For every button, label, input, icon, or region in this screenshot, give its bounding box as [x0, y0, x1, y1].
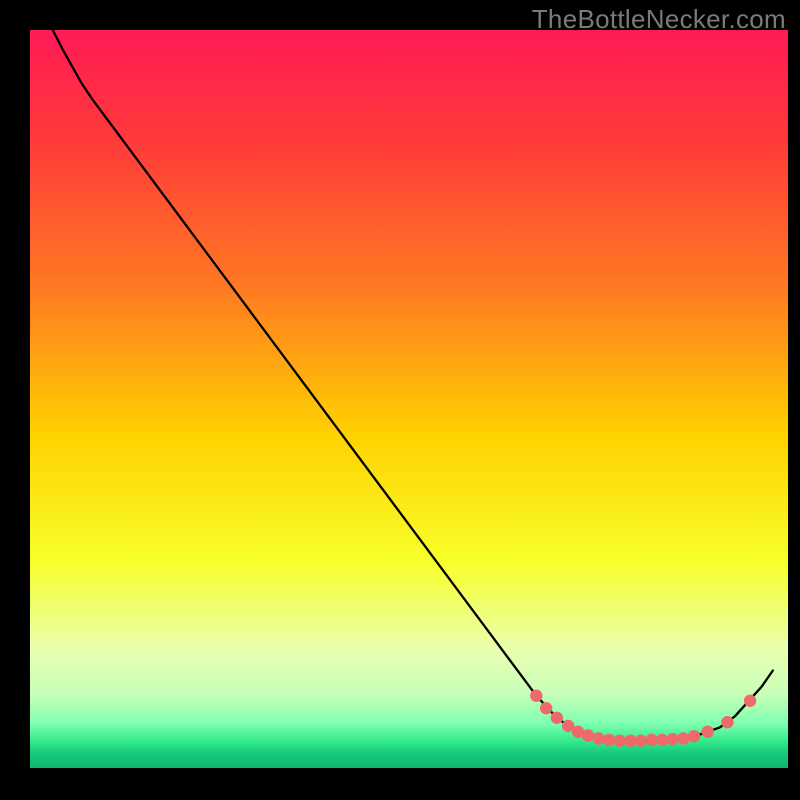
bottleneck-chart: [0, 0, 800, 800]
curve-marker: [667, 733, 679, 745]
curve-marker: [702, 726, 714, 738]
curve-marker: [582, 729, 594, 741]
curve-marker: [656, 734, 668, 746]
curve-marker: [645, 734, 657, 746]
chart-container: TheBottleNecker.com: [0, 0, 800, 800]
curve-marker: [614, 735, 626, 747]
watermark-text: TheBottleNecker.com: [532, 4, 786, 35]
curve-marker: [530, 690, 542, 702]
curve-marker: [635, 735, 647, 747]
curve-marker: [624, 735, 636, 747]
gradient-background: [30, 30, 788, 768]
curve-marker: [744, 695, 756, 707]
curve-marker: [603, 734, 615, 746]
curve-marker: [592, 732, 604, 744]
curve-marker: [551, 712, 563, 724]
curve-marker: [721, 716, 733, 728]
curve-marker: [540, 702, 552, 714]
curve-marker: [688, 730, 700, 742]
curve-marker: [677, 732, 689, 744]
